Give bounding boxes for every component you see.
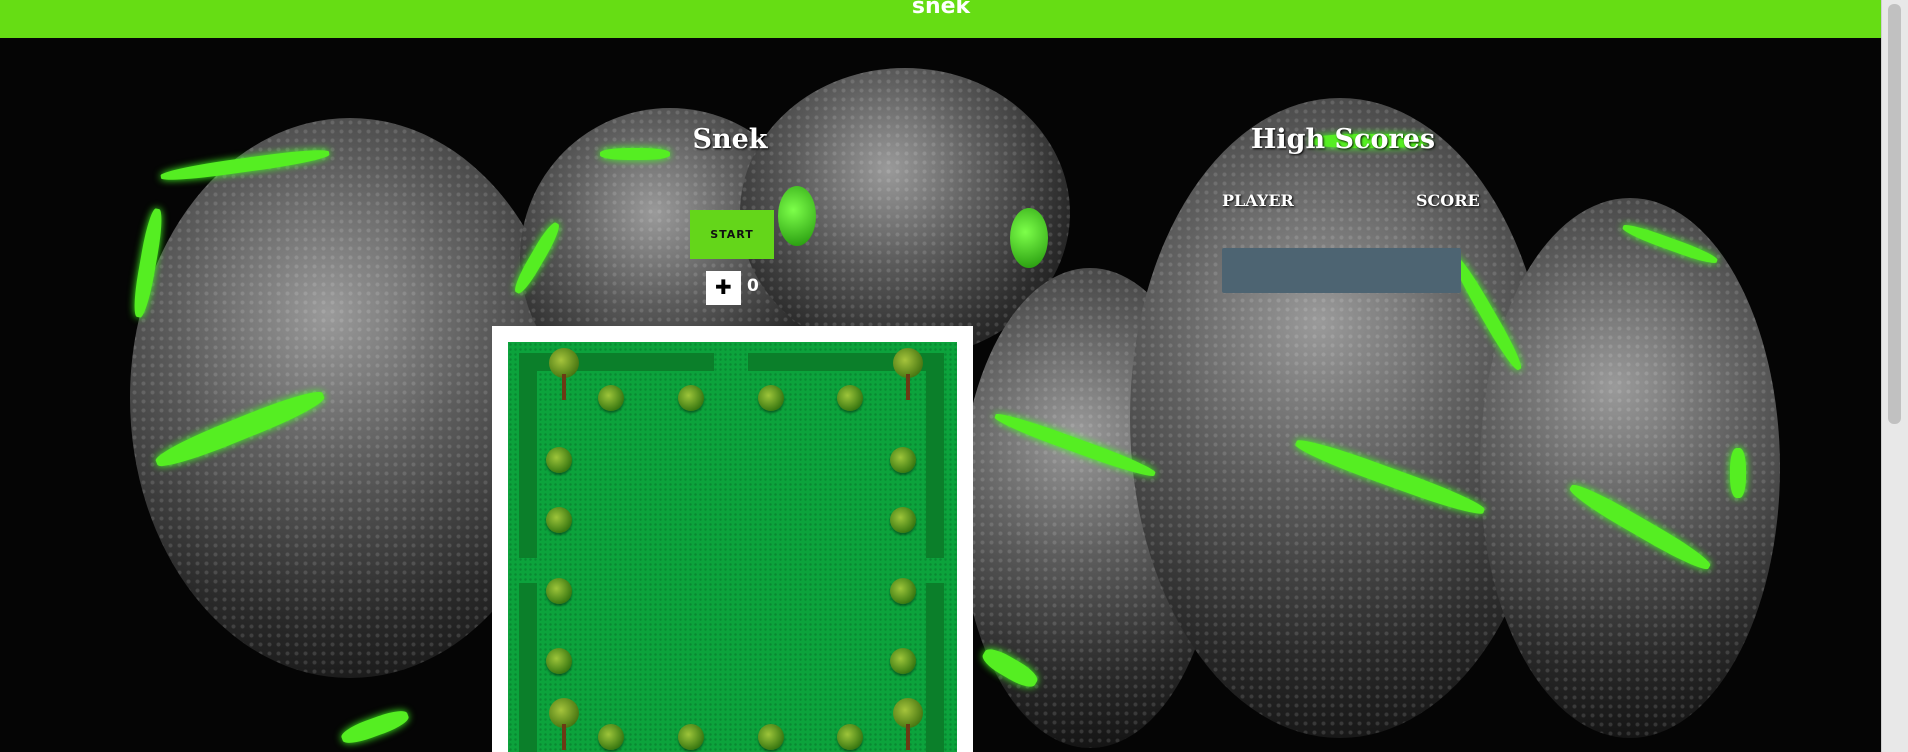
- high-scores-list: [1222, 248, 1461, 293]
- bush: [546, 648, 572, 674]
- bush: [837, 385, 863, 411]
- score-value: 0: [747, 276, 759, 296]
- bush: [598, 385, 624, 411]
- bush: [678, 724, 704, 750]
- app-title: snek: [911, 0, 971, 19]
- bush: [678, 385, 704, 411]
- scrollbar-thumb[interactable]: [1888, 4, 1901, 424]
- score-column-header: SCORE: [1416, 191, 1480, 210]
- bush: [890, 648, 916, 674]
- bush: [890, 578, 916, 604]
- bush: [546, 447, 572, 473]
- bush: [837, 724, 863, 750]
- bush: [546, 578, 572, 604]
- hedge-right-lower: [926, 583, 944, 752]
- game-title: Snek: [692, 124, 768, 155]
- player-column-header: PLAYER: [1222, 191, 1294, 210]
- game-board[interactable]: [508, 342, 957, 752]
- start-button[interactable]: START: [690, 210, 774, 259]
- tree-top-right: [893, 348, 923, 400]
- bush: [598, 724, 624, 750]
- bush: [758, 385, 784, 411]
- tree-top-left: [549, 348, 579, 400]
- hedge-left-upper: [519, 353, 537, 558]
- bush: [546, 507, 572, 533]
- bush: [758, 724, 784, 750]
- page-scrollbar[interactable]: [1881, 0, 1908, 752]
- hedge-left-lower: [519, 583, 537, 752]
- app-header: snek: [0, 0, 1882, 38]
- bush: [890, 507, 916, 533]
- tree-bottom-right: [893, 698, 923, 750]
- high-scores-title: High Scores: [1250, 124, 1436, 155]
- lives-indicator: ✚: [706, 271, 741, 305]
- tree-bottom-left: [549, 698, 579, 750]
- hedge-right-upper: [926, 353, 944, 558]
- snake-life-icon: ✚: [715, 275, 732, 299]
- bush: [890, 447, 916, 473]
